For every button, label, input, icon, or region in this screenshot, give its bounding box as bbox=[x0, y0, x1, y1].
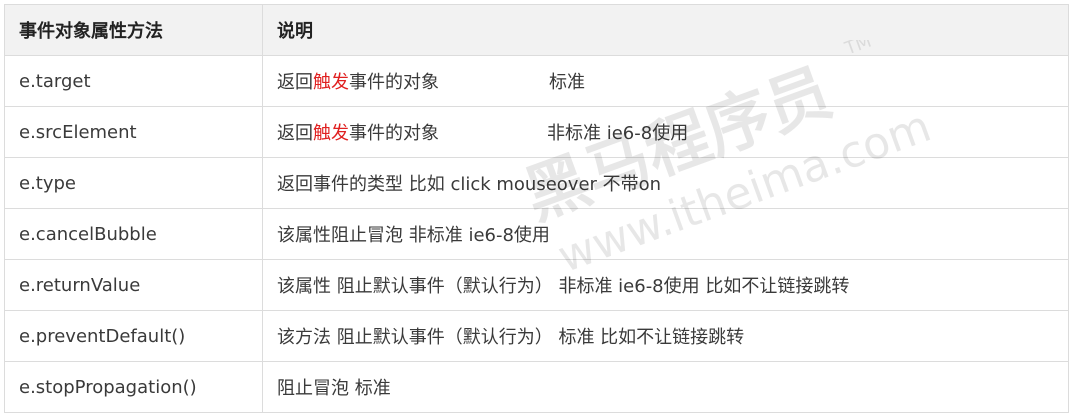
cell-property: e.srcElement bbox=[4, 106, 263, 158]
cell-description: 该属性 阻止默认事件（默认行为） 非标准 ie6-8使用 比如不让链接跳转 bbox=[262, 259, 1069, 311]
desc-note: 标准 bbox=[549, 72, 585, 93]
table-row: e.returnValue 该属性 阻止默认事件（默认行为） 非标准 ie6-8… bbox=[4, 259, 1069, 311]
table-header-row: 事件对象属性方法 说明 bbox=[4, 4, 1069, 56]
table-row: e.cancelBubble 该属性阻止冒泡 非标准 ie6-8使用 bbox=[4, 208, 1069, 260]
table-row: e.stopPropagation() 阻止冒泡 标准 bbox=[4, 361, 1069, 413]
cell-description: 该方法 阻止默认事件（默认行为） 标准 比如不让链接跳转 bbox=[262, 310, 1069, 362]
desc-text: 事件的对象 bbox=[349, 72, 439, 93]
cell-description: 返回触发事件的对象 标准 bbox=[262, 55, 1069, 107]
cell-property: e.returnValue bbox=[4, 259, 263, 311]
desc-highlight: 触发 bbox=[313, 72, 349, 93]
desc-text: 事件的对象 bbox=[349, 123, 439, 144]
header-description: 说明 bbox=[262, 4, 1069, 56]
cell-property: e.cancelBubble bbox=[4, 208, 263, 260]
cell-property: e.type bbox=[4, 157, 263, 209]
cell-description: 阻止冒泡 标准 bbox=[262, 361, 1069, 413]
event-properties-table: 事件对象属性方法 说明 e.target 返回触发事件的对象 标准 e.srcEl… bbox=[4, 4, 1069, 413]
desc-text: 返回 bbox=[277, 123, 313, 144]
cell-description: 该属性阻止冒泡 非标准 ie6-8使用 bbox=[262, 208, 1069, 260]
table-row: e.target 返回触发事件的对象 标准 bbox=[4, 55, 1069, 107]
cell-property: e.target bbox=[4, 55, 263, 107]
event-properties-table-container: 事件对象属性方法 说明 e.target 返回触发事件的对象 标准 e.srcEl… bbox=[4, 4, 1069, 413]
cell-description: 返回触发事件的对象 非标准 ie6-8使用 bbox=[262, 106, 1069, 158]
table-row: e.preventDefault() 该方法 阻止默认事件（默认行为） 标准 比… bbox=[4, 310, 1069, 362]
desc-note: 非标准 ie6-8使用 bbox=[547, 123, 689, 144]
cell-description: 返回事件的类型 比如 click mouseover 不带on bbox=[262, 157, 1069, 209]
desc-highlight: 触发 bbox=[313, 123, 349, 144]
header-property: 事件对象属性方法 bbox=[4, 4, 263, 56]
table-row: e.srcElement 返回触发事件的对象 非标准 ie6-8使用 bbox=[4, 106, 1069, 158]
table-row: e.type 返回事件的类型 比如 click mouseover 不带on bbox=[4, 157, 1069, 209]
cell-property: e.preventDefault() bbox=[4, 310, 263, 362]
desc-text: 返回 bbox=[277, 72, 313, 93]
cell-property: e.stopPropagation() bbox=[4, 361, 263, 413]
